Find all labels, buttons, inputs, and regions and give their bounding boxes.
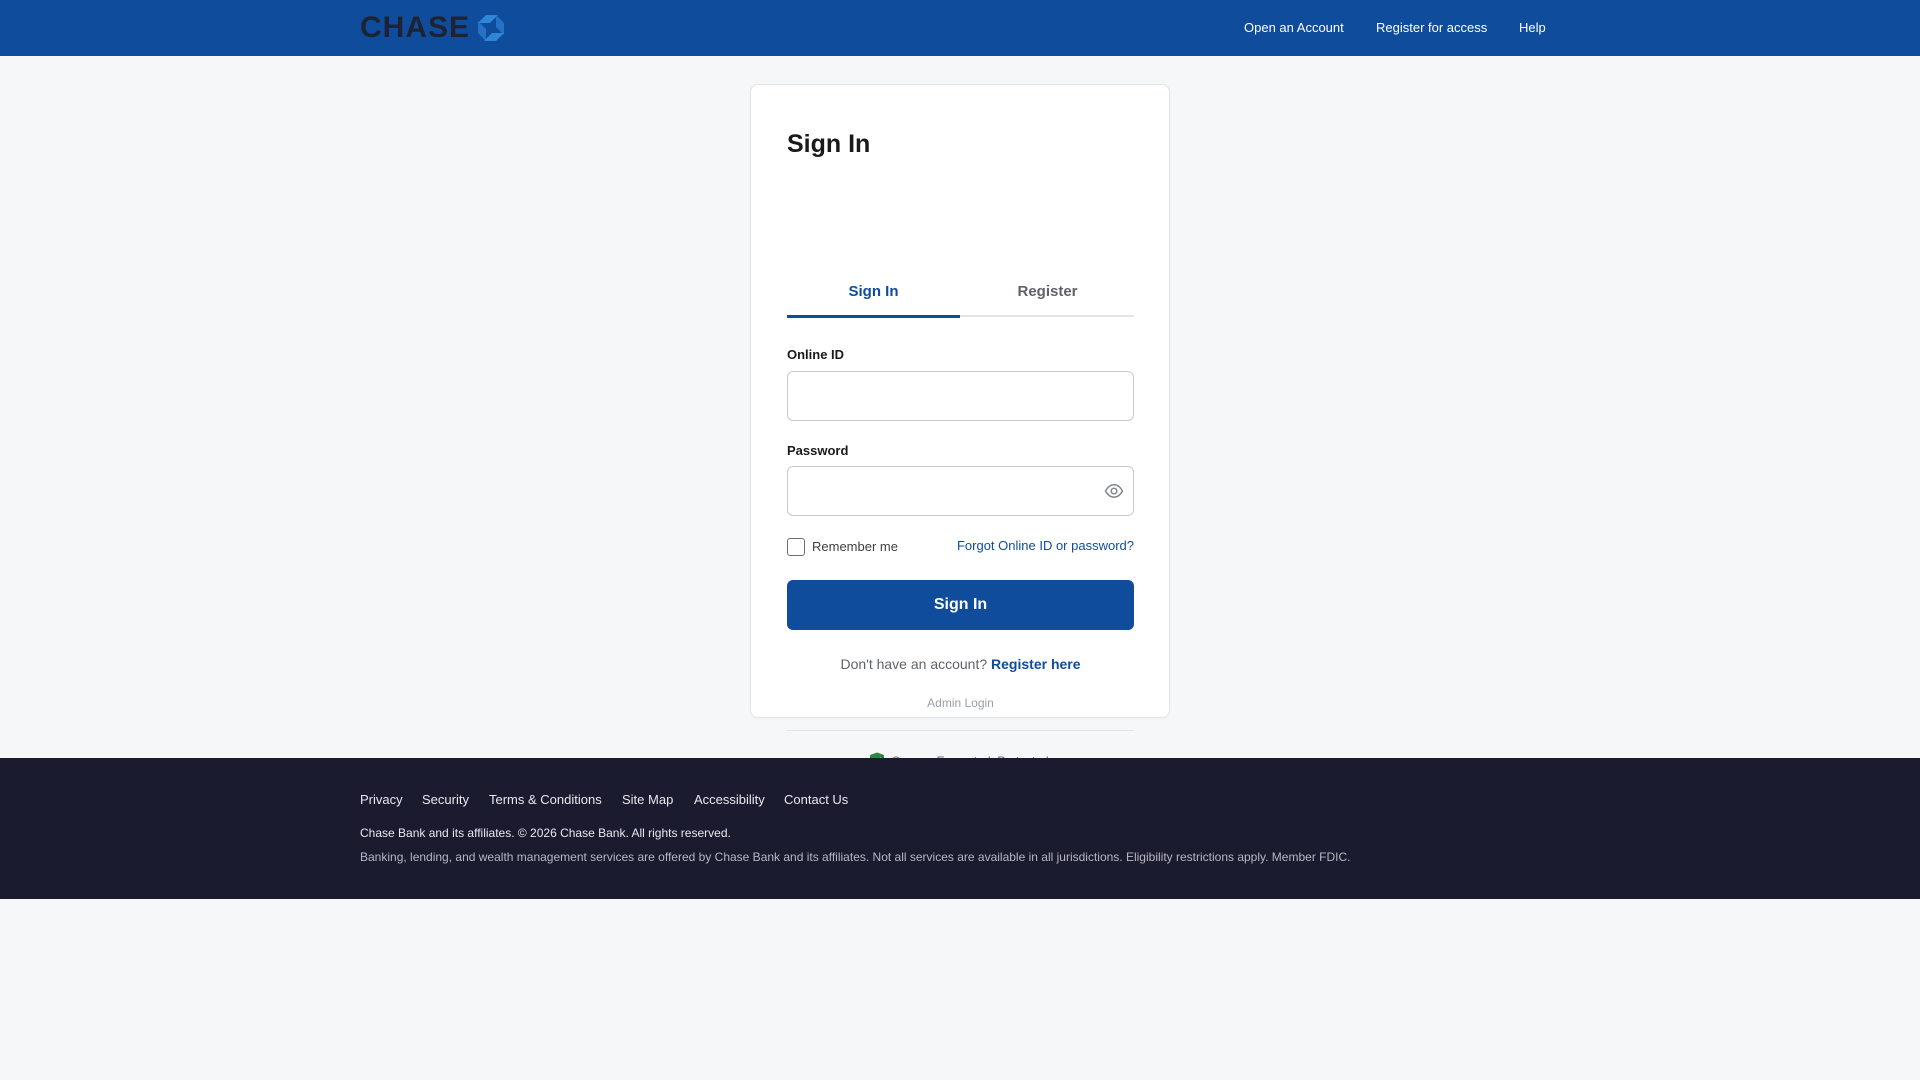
copyright-text: Chase Bank and its affiliates. © 2026 Ch… [360,826,731,840]
footer-link-terms[interactable]: Terms & Conditions [489,792,602,808]
register-prompt: Don't have an account? Register here [787,655,1134,673]
nav-help[interactable]: Help [1519,20,1546,36]
header-nav: Open an Account Register for access Help [0,0,1920,56]
online-id-input[interactable] [787,371,1134,421]
no-account-text: Don't have an account? [840,656,988,672]
top-navigation-bar: CHASE Open an Account Register for acces… [0,0,1920,56]
tab-register[interactable]: Register [961,267,1134,317]
eye-icon[interactable] [1104,481,1124,501]
divider [787,730,1134,731]
password-label: Password [787,443,849,458]
disclaimer-text: Banking, lending, and wealth management … [360,850,1351,864]
footer-link-accessibility[interactable]: Accessibility [694,792,765,808]
footer: Privacy Security Terms & Conditions Site… [0,758,1920,899]
footer-link-contact[interactable]: Contact Us [784,792,848,808]
remember-me-label[interactable]: Remember me [812,539,898,555]
page-title: Sign In [787,130,871,158]
nav-register-access[interactable]: Register for access [1376,20,1487,36]
footer-link-privacy[interactable]: Privacy [360,792,403,808]
sign-in-button[interactable]: Sign In [787,580,1134,630]
admin-login-link[interactable]: Admin Login [787,696,1134,710]
auth-tabs: Sign In Register [787,267,1134,318]
footer-link-security[interactable]: Security [422,792,469,808]
sign-in-card: Sign In Sign In Register Online ID Passw… [750,84,1170,770]
remember-me-checkbox[interactable] [787,538,805,556]
forgot-credentials-link[interactable]: Forgot Online ID or password? [956,538,1134,554]
password-input[interactable] [787,466,1134,516]
register-here-link[interactable]: Register here [991,656,1080,672]
footer-link-site-map[interactable]: Site Map [622,792,673,808]
nav-open-account[interactable]: Open an Account [1244,20,1344,36]
online-id-label: Online ID [787,347,845,362]
remember-me: Remember me [787,537,898,557]
tab-sign-in[interactable]: Sign In [787,267,960,318]
